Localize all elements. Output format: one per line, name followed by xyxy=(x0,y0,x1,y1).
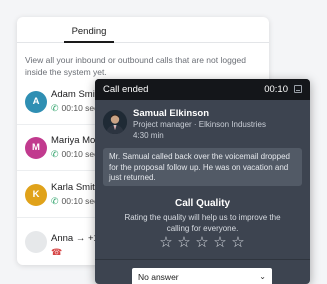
dialog-header: Call ended 00:10 xyxy=(95,79,310,100)
call-duration: 00:10 sec xyxy=(61,103,99,113)
dialog-title: Call ended xyxy=(103,84,149,95)
contact-role: Project manager · Elkinson Industries xyxy=(133,120,266,129)
phone-icon: ✆ xyxy=(51,149,59,159)
star-icon[interactable]: ☆ xyxy=(195,235,209,250)
avatar: A xyxy=(25,91,47,113)
contact-name: Samual Elkinson xyxy=(133,108,210,119)
divider xyxy=(95,259,310,260)
call-meta: ✆ 00:10 sec xyxy=(51,149,98,160)
call-quality-title: Call Quality xyxy=(174,198,230,209)
call-timer: 00:10 xyxy=(264,84,288,95)
caller-name: Mariya Mor xyxy=(51,135,99,146)
caller-name: Karla Smith xyxy=(51,182,101,193)
avatar: M xyxy=(25,137,47,159)
missed-call-icon: ☎ xyxy=(51,247,63,257)
call-meta: ☎ xyxy=(51,247,65,258)
tab-pending[interactable]: Pending xyxy=(64,17,114,43)
star-icon[interactable]: ☆ xyxy=(213,235,227,250)
select-value: No answer xyxy=(138,272,179,282)
star-icon[interactable]: ☆ xyxy=(159,235,173,250)
call-duration: 00:10 sec xyxy=(61,196,99,206)
chevron-down-icon: ⌄ xyxy=(259,272,266,281)
phone-icon: ✆ xyxy=(51,103,59,113)
phone-icon: ✆ xyxy=(51,196,59,206)
call-length: 4:30 min xyxy=(133,131,164,140)
tab-bar: Pending xyxy=(17,17,269,43)
call-meta: ✆ 00:10 sec xyxy=(51,196,98,207)
call-note[interactable]: Mr. Samual called back over the voicemai… xyxy=(103,148,302,186)
star-icon[interactable]: ☆ xyxy=(231,235,245,250)
minimize-icon[interactable] xyxy=(294,85,302,93)
caller-name: Anna → +1 xyxy=(51,233,99,244)
star-rating: ☆ ☆ ☆ ☆ ☆ xyxy=(159,235,245,250)
person-photo-icon xyxy=(103,110,127,134)
call-quality-subtitle: Rating the quality will help us to impro… xyxy=(124,213,281,233)
pending-description: View all your inbound or outbound calls … xyxy=(25,55,246,77)
avatar xyxy=(25,231,47,253)
call-ended-dialog: Call ended 00:10 Samual Elkinson Project… xyxy=(95,79,310,284)
call-duration: 00:10 sec xyxy=(61,149,99,159)
call-outcome-select[interactable]: No answer ⌄ xyxy=(132,268,272,284)
star-icon[interactable]: ☆ xyxy=(177,235,191,250)
call-meta: ✆ 00:10 sec xyxy=(51,103,98,114)
avatar: K xyxy=(25,184,47,206)
contact-avatar xyxy=(103,110,127,134)
